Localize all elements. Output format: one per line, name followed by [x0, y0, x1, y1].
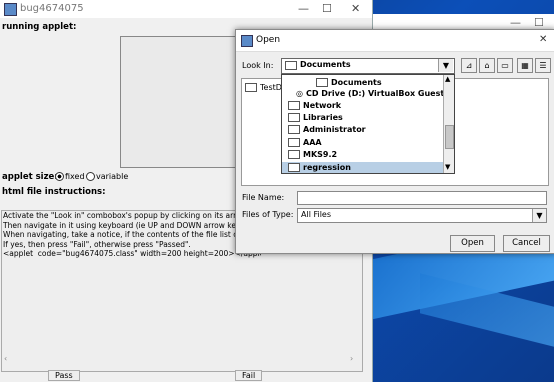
fixed-label: fixed [65, 172, 85, 181]
popup-item-administrator[interactable]: Administrator [282, 124, 448, 136]
folder-icon [288, 113, 300, 122]
popup-item-cd-drive[interactable]: ◎CD Drive (D:) VirtualBox Guest Addition [282, 88, 454, 100]
java-icon [4, 3, 17, 16]
variable-label: variable [96, 172, 129, 181]
file-list-item[interactable]: TestD [245, 83, 282, 92]
home-icon[interactable]: ⌂ [479, 58, 495, 73]
maximize-button[interactable]: ☐ [322, 2, 332, 15]
applet-area [120, 36, 245, 168]
scroll-down-icon[interactable]: ▼ [445, 163, 450, 171]
dialog-title: Open [256, 35, 281, 45]
look-in-arrow-button[interactable]: ▼ [438, 59, 453, 72]
pass-button[interactable]: Pass [48, 370, 80, 381]
fail-button[interactable]: Fail [235, 370, 263, 381]
dialog-close-button[interactable]: ✕ [539, 34, 547, 45]
java-icon [241, 35, 253, 47]
popup-item-regression[interactable]: regression [282, 162, 448, 173]
variable-radio[interactable] [86, 172, 95, 181]
instructions-text: Activate the "Look in" combobox's popup … [3, 211, 261, 258]
bg-maximize-button[interactable]: ☐ [534, 16, 544, 29]
file-name-field[interactable] [297, 191, 547, 205]
html-instructions-label: html file instructions: [2, 187, 106, 197]
bg-minimize-button[interactable]: — [510, 16, 521, 29]
cancel-button[interactable]: Cancel [503, 235, 550, 252]
scroll-left-icon[interactable]: ‹ [4, 354, 7, 363]
files-of-type-combobox[interactable]: All Files ▼ [297, 208, 547, 223]
folder-icon [316, 78, 328, 87]
list-view-icon[interactable]: ▦ [517, 58, 533, 73]
folder-icon [288, 163, 300, 172]
running-applet-label: running applet: [2, 22, 77, 32]
scroll-thumb[interactable] [445, 125, 454, 149]
scroll-right-icon[interactable]: › [350, 354, 353, 363]
folder-icon [288, 150, 300, 159]
dialog-titlebar: Open ✕ [236, 30, 554, 52]
folder-icon [285, 61, 297, 70]
popup-item-mks[interactable]: MKS9.2 [282, 149, 448, 161]
main-titlebar: bug4674075 — ☐ ✕ [0, 0, 372, 18]
file-name-label: File Name: [242, 193, 285, 202]
up-folder-icon[interactable]: ⊿ [461, 58, 477, 73]
files-of-type-label: Files of Type: [242, 210, 294, 219]
new-folder-icon[interactable]: ▭ [497, 58, 513, 73]
folder-icon [245, 83, 257, 92]
fixed-radio[interactable] [55, 172, 64, 181]
popup-item-libraries[interactable]: Libraries [282, 112, 448, 124]
open-dialog: Open ✕ Look In: Documents ▼ ⊿ ⌂ ▭ ▦ ☰ Te… [235, 29, 554, 254]
folder-icon [288, 101, 300, 110]
details-view-icon[interactable]: ☰ [535, 58, 551, 73]
popup-scrollbar[interactable]: ▲ ▼ [443, 75, 454, 173]
look-in-popup: Documents ◎ CD Drive (D:) VirtualBox Gues… [281, 74, 455, 174]
cd-drive-icon: ◎ [296, 89, 303, 98]
files-of-type-arrow-icon[interactable]: ▼ [532, 209, 546, 222]
folder-icon [288, 138, 300, 147]
popup-item-aaa[interactable]: AAA [282, 137, 448, 149]
open-button[interactable]: Open [450, 235, 495, 252]
window-title: bug4674075 [20, 3, 84, 14]
close-button[interactable]: ✕ [351, 2, 360, 15]
folder-icon [288, 125, 300, 134]
look-in-label: Look In: [242, 61, 274, 70]
scroll-up-icon[interactable]: ▲ [445, 75, 450, 83]
applet-size-label: applet size: [2, 172, 58, 182]
popup-item-network[interactable]: Network [282, 100, 448, 112]
minimize-button[interactable]: — [298, 2, 309, 15]
look-in-value: Documents [300, 60, 351, 69]
look-in-combobox[interactable]: Documents [281, 58, 455, 74]
